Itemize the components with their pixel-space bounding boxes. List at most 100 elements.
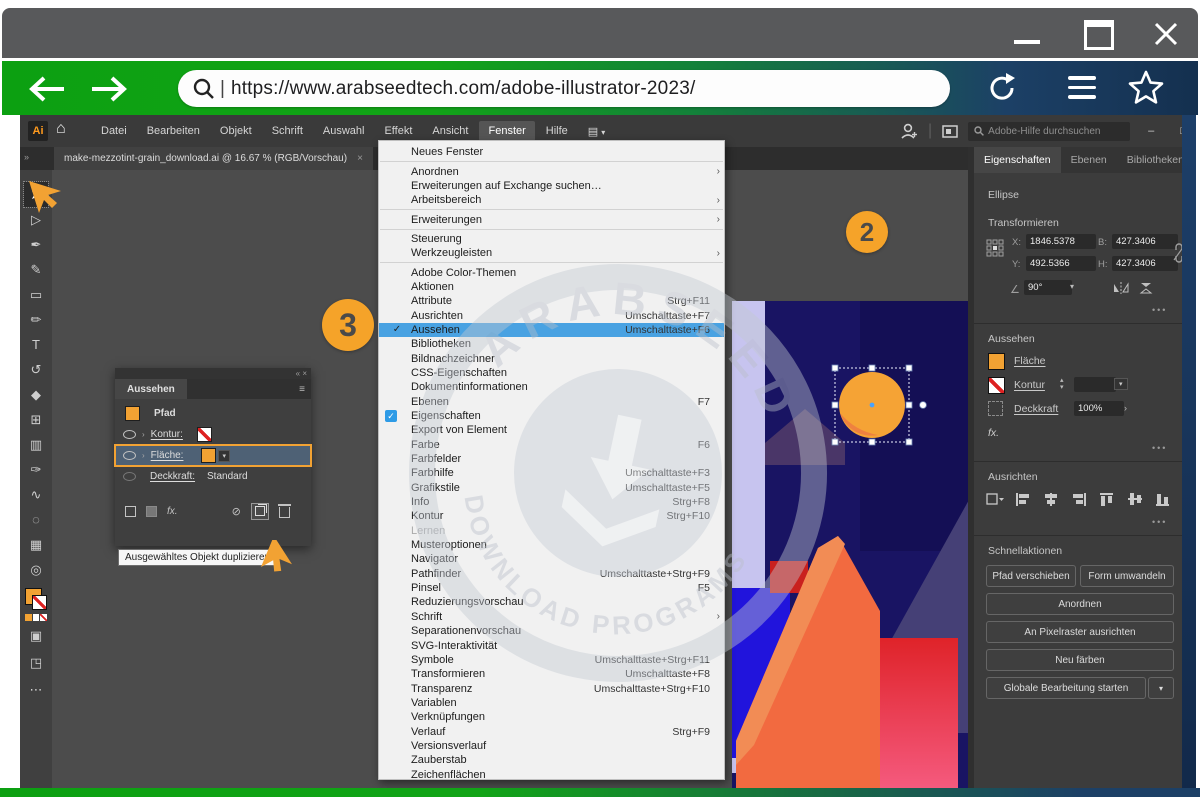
window-menu-item[interactable]: Anordnen›	[379, 164, 724, 178]
fx-icon[interactable]: fx.	[988, 427, 999, 439]
visibility-eye-icon[interactable]	[123, 472, 136, 481]
browser-menu-icon[interactable]	[1068, 76, 1096, 99]
appearance-row-stroke[interactable]: › Kontur:	[115, 424, 311, 445]
window-menu-item[interactable]: Werkzeugleisten›	[379, 246, 724, 260]
tab-overflow-icon[interactable]: »	[24, 152, 29, 162]
window-menu-item[interactable]: TransparenzUmschalttaste+Strg+F10	[379, 681, 724, 695]
visibility-eye-icon[interactable]	[123, 430, 136, 439]
color-mode-icons[interactable]	[25, 614, 47, 621]
twirl-icon[interactable]: ›	[142, 430, 145, 439]
tab-ebenen[interactable]: Ebenen	[1061, 147, 1117, 173]
artboard-tool[interactable]: ▦	[24, 532, 48, 557]
visibility-eye-icon[interactable]	[123, 451, 136, 460]
global-edit-button[interactable]: Globale Bearbeitung starten	[986, 677, 1146, 699]
more-options-icon[interactable]: •••	[1152, 305, 1167, 315]
window-menu-item[interactable]: Variablen	[379, 696, 724, 710]
menu-schrift[interactable]: Schrift	[263, 121, 312, 141]
menu-bearbeiten[interactable]: Bearbeiten	[138, 121, 209, 141]
window-menu-item[interactable]: AusrichtenUmschalttaste+F7	[379, 308, 724, 322]
window-menu-item[interactable]: Reduzierungsvorschau	[379, 595, 724, 609]
window-menu-item[interactable]: ✓Eigenschaften	[379, 409, 724, 423]
symbol-sprayer-tool[interactable]: ◌	[24, 507, 48, 532]
window-menu-item[interactable]: Bildnachzeichner	[379, 351, 724, 365]
opacity-label[interactable]: Deckkraft	[1014, 403, 1058, 415]
flip-vertical-icon[interactable]	[1138, 281, 1154, 295]
curvature-tool[interactable]: ✎	[24, 257, 48, 282]
shaper-tool[interactable]: ◆	[24, 382, 48, 407]
panel-collapse-icons[interactable]: « ×	[115, 368, 311, 379]
menu-effekt[interactable]: Effekt	[375, 121, 421, 141]
duplicate-item-button[interactable]	[251, 503, 269, 520]
arrange-button[interactable]: Anordnen	[986, 593, 1174, 615]
window-menu-item[interactable]: Export von Element	[379, 423, 724, 437]
window-menu-item[interactable]: PinselF5	[379, 581, 724, 595]
global-edit-chevron-button[interactable]: ▾	[1148, 677, 1174, 699]
window-menu-item[interactable]: Dokumentinformationen	[379, 380, 724, 394]
browser-close-icon[interactable]	[1150, 18, 1182, 50]
recolor-button[interactable]: Neu färben	[986, 649, 1174, 671]
height-field[interactable]: 427.3406	[1112, 256, 1178, 271]
window-menu-item[interactable]: VerlaufStrg+F9	[379, 724, 724, 738]
share-user-icon[interactable]	[900, 123, 918, 139]
fill-stroke-swatches[interactable]	[25, 588, 47, 610]
draw-mode-icon[interactable]: ▣	[24, 623, 48, 648]
eyedropper-tool[interactable]: ✑	[24, 457, 48, 482]
offset-path-button[interactable]: Pfad verschieben	[986, 565, 1076, 587]
browser-minimize-icon[interactable]	[1014, 40, 1040, 44]
mesh-tool[interactable]: ⊞	[24, 407, 48, 432]
window-menu-item[interactable]: Arbeitsbereich›	[379, 193, 724, 207]
opacity-field[interactable]: 100%	[1074, 401, 1124, 416]
y-field[interactable]: 492.5366	[1026, 256, 1096, 271]
window-menu-item[interactable]: Bibliotheken	[379, 337, 724, 351]
paintbrush-tool[interactable]: ✏	[24, 307, 48, 332]
stroke-stepper-icon[interactable]: ▴▾	[1060, 377, 1064, 391]
snap-to-pixel-button[interactable]: An Pixelraster ausrichten	[986, 621, 1174, 643]
back-icon[interactable]	[24, 74, 70, 104]
align-icons-row[interactable]	[986, 491, 1172, 509]
document-tab[interactable]: make-mezzotint-grain_download.ai @ 16.67…	[54, 147, 373, 170]
stroke-chevron-icon[interactable]: ▾	[1114, 378, 1128, 390]
window-menu-item[interactable]: Musteroptionen	[379, 538, 724, 552]
type-tool[interactable]: T	[24, 332, 48, 357]
new-stroke-icon[interactable]	[125, 506, 136, 517]
appearance-panel-tab[interactable]: Aussehen	[115, 379, 187, 399]
panel-menu-icon[interactable]: ≡	[299, 384, 311, 395]
window-menu-item[interactable]: TransformierenUmschalttaste+F8	[379, 667, 724, 681]
window-menu-item[interactable]: Aktionen	[379, 280, 724, 294]
window-menu-item[interactable]: Farbfelder	[379, 452, 724, 466]
screen-mode-icon[interactable]: ◳	[24, 650, 48, 675]
x-field[interactable]: 1846.5378	[1026, 234, 1096, 249]
window-menu-item[interactable]: FarbhilfeUmschalttaste+F3	[379, 466, 724, 480]
app-minimize-icon[interactable]: –	[1140, 125, 1162, 137]
menu-fenster[interactable]: Fenster	[479, 121, 534, 141]
blend-tool[interactable]: ∿	[24, 482, 48, 507]
window-menu-item[interactable]: Erweiterungen›	[379, 212, 724, 226]
zoom-tool[interactable]: ◎	[24, 557, 48, 582]
arrange-documents-icon[interactable]	[942, 125, 958, 138]
window-menu-item[interactable]: Neues Fenster	[379, 145, 724, 159]
stroke-none-swatch[interactable]	[988, 377, 1005, 394]
rotation-chevron-icon[interactable]: ▾	[1070, 282, 1074, 291]
flip-horizontal-icon[interactable]	[1112, 281, 1130, 295]
tab-eigenschaften[interactable]: Eigenschaften	[974, 147, 1061, 173]
fill-label[interactable]: Fläche	[1014, 355, 1046, 367]
window-menu-item[interactable]: KonturStrg+F10	[379, 509, 724, 523]
window-menu-item[interactable]: SVG-Interaktivität	[379, 638, 724, 652]
menu-hilfe[interactable]: Hilfe	[537, 121, 577, 141]
appearance-row-path[interactable]: Pfad	[115, 403, 311, 424]
window-menu-item[interactable]: SymboleUmschalttaste+Strg+F11	[379, 653, 724, 667]
fx-icon[interactable]: fx.	[167, 506, 178, 517]
appearance-row-fill[interactable]: › Fläche: ▾	[115, 445, 311, 466]
rotation-field[interactable]: 90°	[1024, 280, 1072, 295]
gradient-tool[interactable]: ▥	[24, 432, 48, 457]
rotate-tool[interactable]: ↺	[24, 357, 48, 382]
bookmark-star-icon[interactable]	[1126, 68, 1166, 108]
stroke-width-field[interactable]	[1074, 377, 1116, 392]
home-icon[interactable]: ⌂	[56, 120, 66, 138]
reload-icon[interactable]	[984, 70, 1020, 106]
selection-tool[interactable]: ➤	[24, 182, 48, 207]
window-menu-item[interactable]: FarbeF6	[379, 438, 724, 452]
window-menu-item[interactable]: Steuerung	[379, 232, 724, 246]
new-effect-icon[interactable]	[146, 506, 157, 517]
twirl-icon[interactable]: ›	[142, 451, 145, 460]
